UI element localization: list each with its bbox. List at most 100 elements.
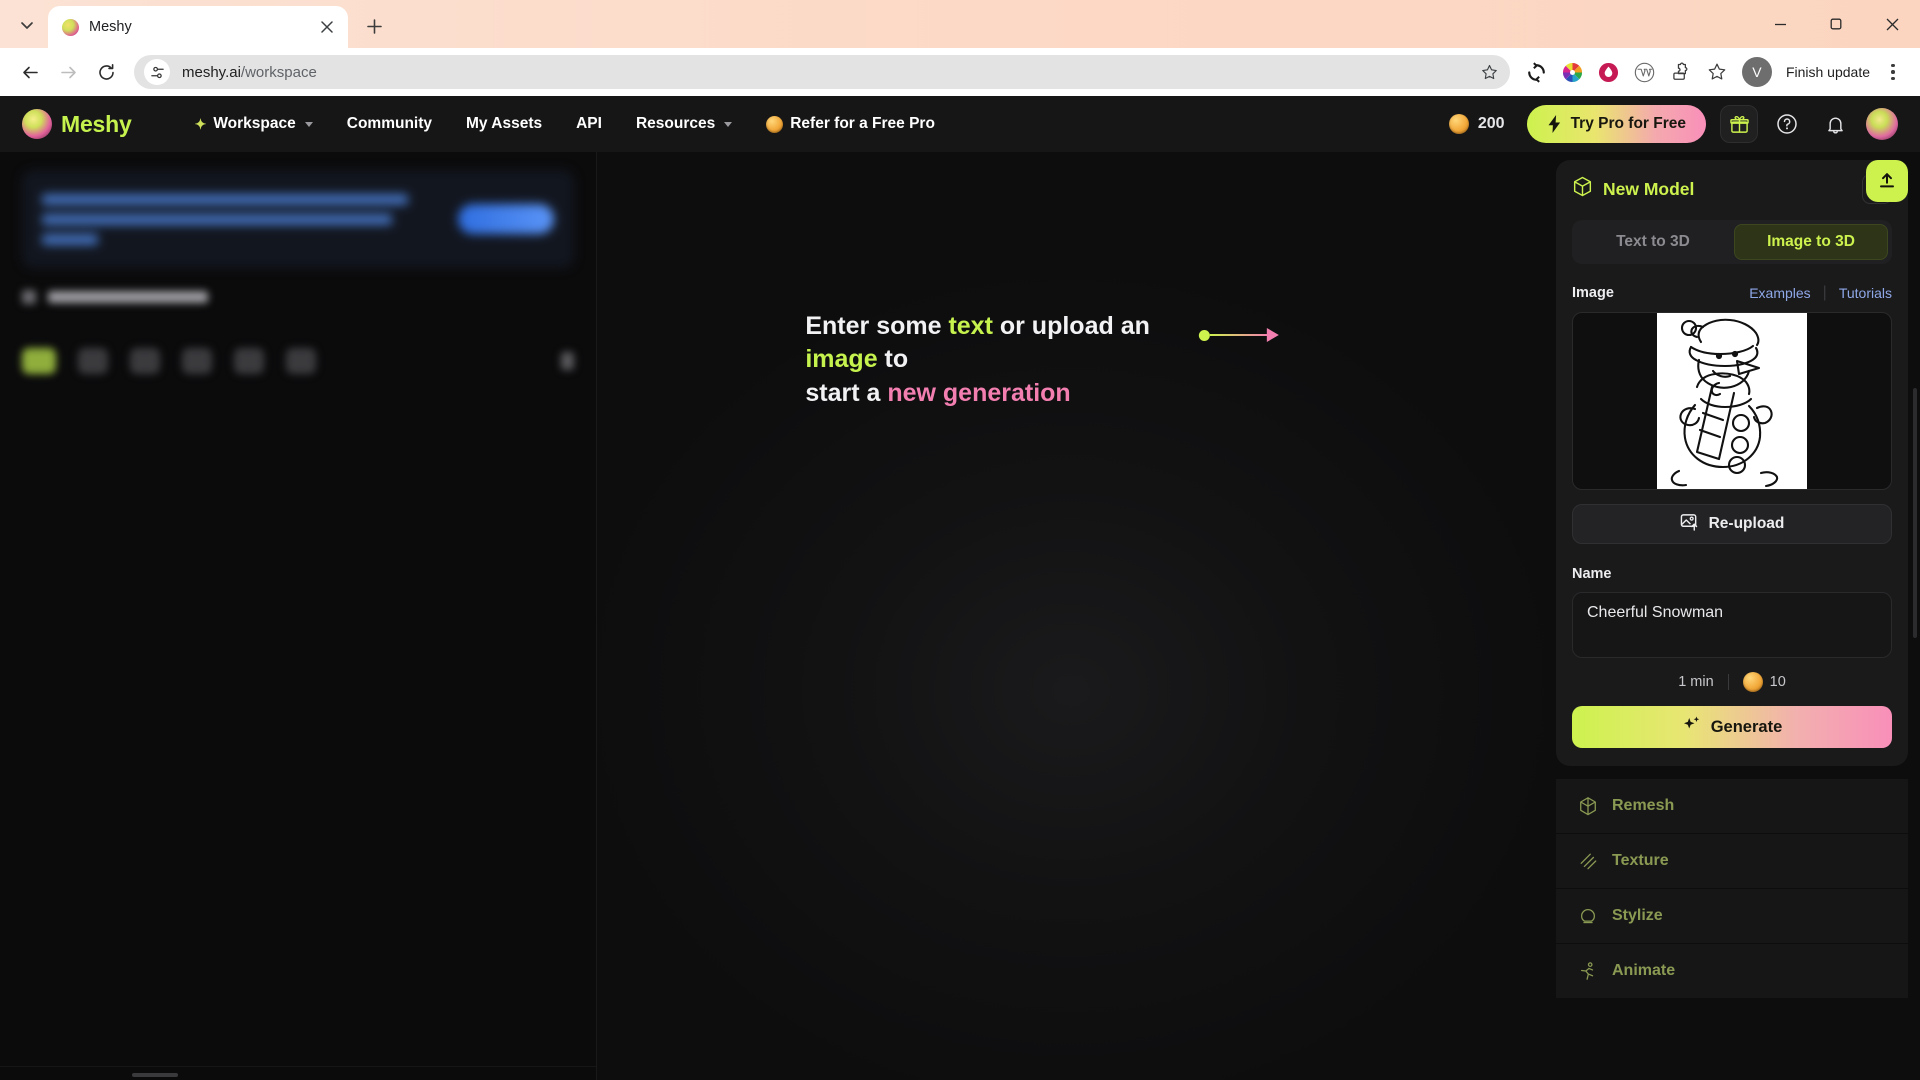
browser-menu-icon[interactable]: [1878, 55, 1908, 89]
profile-avatar[interactable]: V: [1741, 57, 1772, 87]
nav-item-refer[interactable]: Refer for a Free Pro: [749, 106, 952, 142]
finish-update-button[interactable]: Finish update: [1780, 64, 1876, 80]
horizontal-scrollbar[interactable]: [132, 1073, 178, 1077]
help-circle-icon[interactable]: [1768, 105, 1806, 143]
avatar[interactable]: [1866, 108, 1898, 140]
estimated-time: 1 min: [1678, 674, 1714, 690]
texture-icon: [1578, 851, 1598, 871]
chevron-down-icon: [724, 121, 733, 127]
color-wheel-icon[interactable]: [1556, 55, 1590, 89]
reload-icon[interactable]: [88, 54, 124, 90]
sparkle-icon: ✦: [194, 115, 207, 132]
nav-label: Resources: [635, 115, 716, 132]
address-bar[interactable]: meshy.ai/workspace: [134, 55, 1510, 89]
action-label: Texture: [1612, 852, 1669, 869]
remesh-icon: [1578, 796, 1598, 816]
filter-chip-active-obscured[interactable]: [22, 348, 56, 374]
app-navbar: Meshy ✦ Workspace Community My Assets AP…: [0, 96, 1920, 152]
forward-icon[interactable]: [50, 54, 86, 90]
generate-button[interactable]: Generate: [1572, 706, 1892, 748]
bookmarks-star-icon[interactable]: [1700, 55, 1734, 89]
nav-item-my-assets[interactable]: My Assets: [449, 106, 559, 142]
url-path: /workspace: [240, 63, 317, 81]
image-upload-icon: [1680, 512, 1699, 536]
subtitle-text-obscured: [48, 291, 208, 303]
back-icon[interactable]: [12, 54, 48, 90]
action-item-stylize[interactable]: Stylize: [1556, 888, 1908, 943]
tab-strip: Meshy: [0, 0, 1920, 48]
new-tab-button[interactable]: [358, 10, 390, 42]
mode-tabs: Text to 3D Image to 3D: [1572, 220, 1892, 264]
action-item-texture[interactable]: Texture: [1556, 833, 1908, 888]
credit-cost: 10: [1742, 672, 1786, 692]
workbench: Enter some text or upload an image to st…: [0, 152, 1920, 1080]
notice-action-button-obscured[interactable]: [458, 204, 554, 234]
bookmark-star-icon[interactable]: [1476, 58, 1504, 86]
hint-text-word: text: [948, 312, 993, 340]
maximize-icon[interactable]: [1808, 0, 1864, 48]
notice-text-obscured: [42, 193, 440, 245]
coin-icon: [766, 115, 784, 133]
water-drop-icon[interactable]: [1592, 55, 1626, 89]
image-preview[interactable]: [1572, 312, 1892, 490]
filter-chip-obscured[interactable]: [234, 348, 264, 374]
examples-link[interactable]: Examples: [1749, 285, 1810, 301]
nav-item-api[interactable]: API: [559, 106, 619, 142]
tutorials-link[interactable]: Tutorials: [1839, 285, 1892, 301]
filter-chip-obscured[interactable]: [130, 348, 160, 374]
tab-text-to-3d[interactable]: Text to 3D: [1576, 224, 1730, 260]
sync-refresh-icon[interactable]: [1520, 55, 1554, 89]
hint-arrow-icon: [1198, 328, 1279, 342]
action-label: Animate: [1612, 962, 1676, 979]
bell-icon[interactable]: [1816, 105, 1854, 143]
wordpress-icon[interactable]: [1628, 55, 1662, 89]
hint-part-4: start a: [805, 378, 888, 407]
chevron-down-icon: [304, 121, 313, 127]
nav-item-resources[interactable]: Resources: [619, 106, 749, 142]
filter-chip-obscured[interactable]: [78, 348, 108, 374]
cost-row: 1 min 10: [1572, 672, 1892, 692]
action-list: Remesh Texture Stylize Animate: [1556, 778, 1908, 998]
reupload-button[interactable]: Re-upload: [1572, 504, 1892, 544]
image-section-header: Image Examples | Tutorials: [1572, 284, 1892, 302]
nav-item-community[interactable]: Community: [330, 106, 449, 142]
brand-logo[interactable]: Meshy: [22, 109, 132, 139]
nav-label: API: [576, 115, 602, 132]
tab-search-icon[interactable]: [10, 8, 44, 42]
notice-card-obscured[interactable]: [22, 170, 574, 268]
stylize-icon: [1578, 906, 1598, 926]
action-label: Remesh: [1612, 797, 1675, 814]
upload-button[interactable]: [1866, 160, 1908, 202]
minimize-icon[interactable]: [1752, 0, 1808, 48]
snowman-line-art: [1657, 313, 1807, 489]
coin-icon: [1742, 672, 1763, 692]
panel-scrollbar[interactable]: [1913, 388, 1917, 638]
filter-chip-obscured[interactable]: [182, 348, 212, 374]
gift-icon[interactable]: [1720, 105, 1758, 143]
credit-cost-value: 10: [1769, 674, 1786, 690]
viewport-stage[interactable]: Enter some text or upload an image to st…: [596, 152, 1544, 1080]
page-title: New Model: [1603, 178, 1695, 199]
try-pro-button[interactable]: Try Pro for Free: [1526, 105, 1706, 143]
hint-new-generation: new generation: [887, 378, 1071, 407]
panel-header: New Model: [1572, 174, 1892, 204]
action-item-animate[interactable]: Animate: [1556, 943, 1908, 998]
nav-item-workspace[interactable]: ✦ Workspace: [178, 106, 330, 142]
filter-chip-obscured[interactable]: [286, 348, 316, 374]
browser-tab[interactable]: Meshy: [48, 6, 348, 48]
close-icon[interactable]: [316, 16, 338, 38]
window-close-icon[interactable]: [1864, 0, 1920, 48]
name-input[interactable]: Cheerful Snowman: [1572, 592, 1892, 658]
nav-label: Community: [346, 115, 432, 132]
site-settings-icon[interactable]: [144, 59, 170, 85]
image-label: Image: [1572, 285, 1614, 301]
url-text: meshy.ai/workspace: [170, 64, 1476, 81]
puzzle-extensions-icon[interactable]: [1664, 55, 1698, 89]
subtitle-row-obscured: [22, 290, 574, 304]
hint-text: Enter some text or upload an image to st…: [805, 310, 1167, 410]
credits-indicator[interactable]: 200: [1448, 114, 1505, 134]
action-item-remesh[interactable]: Remesh: [1556, 778, 1908, 833]
name-label: Name: [1572, 566, 1612, 582]
trash-icon-obscured[interactable]: [561, 352, 574, 370]
tab-image-to-3d[interactable]: Image to 3D: [1733, 224, 1888, 260]
